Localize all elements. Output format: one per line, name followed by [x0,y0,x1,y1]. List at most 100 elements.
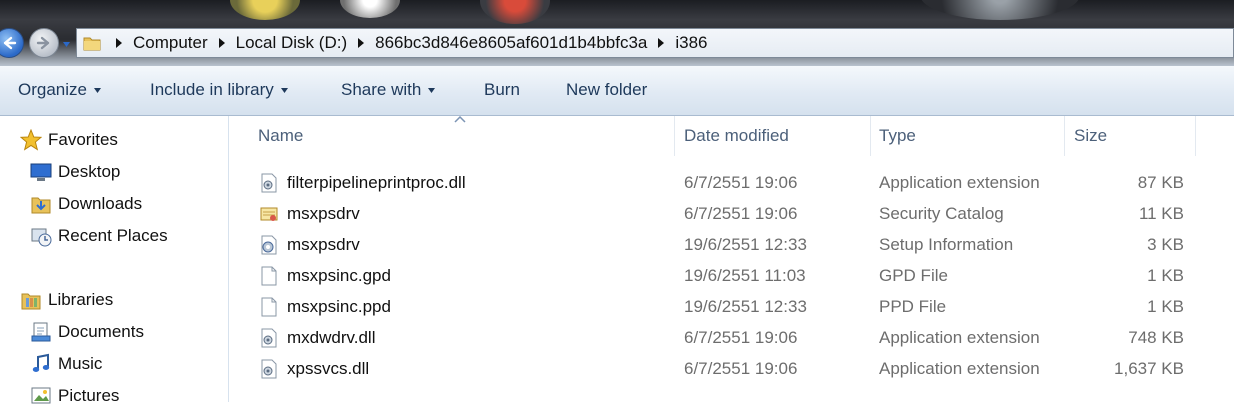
file-type-cell: Application extension [879,358,1040,378]
nav-item-label: Documents [58,322,144,341]
file-type-cell: Application extension [879,327,1040,347]
back-button[interactable] [0,28,24,58]
share-with-button[interactable]: Share with [341,80,436,100]
file-type-cell: PPD File [879,296,947,316]
organize-label: Organize [18,80,87,99]
breadcrumb-i386[interactable]: i386 [647,33,708,53]
file-date-cell: 19/6/2551 11:03 [684,265,806,285]
file-name: msxpsdrv [287,203,360,223]
chevron-down-icon [280,87,288,93]
nav-item-downloads[interactable]: Downloads [30,193,142,215]
nav-item-music[interactable]: Music [30,353,102,375]
file-name-cell[interactable]: filterpipelineprintproc.dll [260,167,466,198]
libraries-icon [21,293,41,310]
file-name: filterpipelineprintproc.dll [287,172,466,192]
breadcrumb-arrow-icon[interactable] [218,38,226,48]
column-header-label: Type [879,126,916,145]
column-header-type[interactable]: Type [871,116,1065,156]
background-decoration [920,0,1080,20]
breadcrumb-local-disk[interactable]: Local Disk (D:) [208,33,347,53]
file-size-cell: 1 KB [1147,296,1184,316]
file-size-cell: 3 KB [1147,234,1184,254]
chevron-down-icon [93,87,101,93]
recent-pages-dropdown-icon[interactable] [62,40,71,49]
include-in-library-button[interactable]: Include in library [150,80,288,100]
file-name-cell[interactable]: msxpsdrv [260,198,360,229]
column-header-label: Size [1074,126,1108,145]
file-date-cell: 6/7/2551 19:06 [684,327,798,347]
column-header-label: Name [258,126,304,145]
nav-item-pictures[interactable]: Pictures [30,385,119,407]
nav-item-label: Recent Places [58,226,168,245]
file-date-cell: 6/7/2551 19:06 [684,358,798,378]
file-row[interactable]: mxdwdrv.dll 6/7/2551 19:06 Application ext… [230,322,1234,353]
column-header-name[interactable]: Name [250,116,675,156]
breadcrumb-folder-hash[interactable]: 866bc3d846e8605af601d1b4bbfc3a [347,33,647,53]
nav-item-recent-places[interactable]: Recent Places [30,225,168,247]
nav-item-label: Music [58,354,103,373]
breadcrumb-arrow-icon[interactable] [115,38,123,48]
file-size-cell: 748 KB [1128,327,1184,347]
file-name-cell[interactable]: msxpsinc.gpd [260,260,391,291]
forward-arrow-icon [36,36,50,50]
column-header-size[interactable]: Size [1066,116,1196,156]
file-name-cell[interactable]: msxpsdrv [260,229,360,260]
navigation-pane: Favorites Desktop Downloads Recent Place… [0,116,229,405]
nav-item-label: Desktop [58,162,121,181]
file-date-cell: 19/6/2551 12:33 [684,234,807,254]
nav-item-label: Downloads [58,194,143,213]
setup-information-icon [261,235,277,254]
file-name-cell[interactable]: msxpsinc.ppd [260,291,391,322]
dll-icon [261,173,277,192]
nav-favorites[interactable]: Favorites [20,129,118,151]
breadcrumb-arrow-icon[interactable] [657,38,665,48]
file-row[interactable]: msxpsinc.ppd 19/6/2551 12:33 PPD File 1 KB [230,291,1234,322]
file-name: msxpsinc.gpd [287,265,391,285]
breadcrumb-label[interactable]: Local Disk (D:) [236,33,347,53]
title-bar: Computer Local Disk (D:) 866bc3d846e8605… [0,0,1234,66]
file-size-cell: 1 KB [1147,265,1184,285]
file-list: Name Date modified Type Size filterpipel… [230,116,1234,402]
recent-places-icon [31,228,52,247]
breadcrumb-label[interactable]: 866bc3d846e8605af601d1b4bbfc3a [375,33,647,53]
star-icon [20,129,42,151]
pictures-icon [31,387,51,404]
breadcrumb-computer[interactable]: Computer [107,33,208,53]
file-type-cell: Setup Information [879,234,1014,254]
file-name-cell[interactable]: xpssvcs.dll [260,353,369,384]
column-header-label: Date modified [684,126,789,145]
new-folder-button[interactable]: New folder [566,80,647,100]
documents-icon [31,322,51,342]
address-bar[interactable]: Computer Local Disk (D:) 866bc3d846e8605… [76,28,1234,58]
forward-button[interactable] [29,28,59,58]
burn-button[interactable]: Burn [484,80,520,100]
breadcrumb-arrow-icon[interactable] [357,38,365,48]
folder-icon [83,37,101,51]
dll-icon [261,328,277,347]
command-bar: Organize Include in library Share with B… [0,66,1234,116]
file-name: msxpsdrv [287,234,360,254]
file-row[interactable]: filterpipelineprintproc.dll 6/7/2551 19:0… [230,167,1234,198]
nav-libraries[interactable]: Libraries [20,289,113,311]
security-catalog-icon [260,207,278,221]
file-row[interactable]: msxpsdrv 19/6/2551 12:33 Setup Information… [230,229,1234,260]
file-size-cell: 1,637 KB [1114,358,1184,378]
background-decoration [480,0,550,24]
breadcrumb-label[interactable]: Computer [133,33,208,53]
background-decoration [230,0,300,20]
blank-file-icon [261,266,277,285]
file-row[interactable]: msxpsinc.gpd 19/6/2551 11:03 GPD File 1 KB [230,260,1234,291]
music-icon [32,353,50,372]
file-name: mxdwdrv.dll [287,327,376,347]
column-header-date-modified[interactable]: Date modified [676,116,871,156]
desktop-icon [30,163,52,181]
nav-item-documents[interactable]: Documents [30,321,144,343]
organize-button[interactable]: Organize [18,80,101,100]
breadcrumb-label[interactable]: i386 [675,33,707,53]
file-name-cell[interactable]: mxdwdrv.dll [260,322,375,353]
file-row[interactable]: xpssvcs.dll 6/7/2551 19:06 Application ext… [230,353,1234,384]
include-in-library-label: Include in library [150,80,274,99]
burn-label: Burn [484,80,520,99]
file-row[interactable]: msxpsdrv 6/7/2551 19:06 Security Catalog 11… [230,198,1234,229]
nav-item-desktop[interactable]: Desktop [30,161,120,183]
